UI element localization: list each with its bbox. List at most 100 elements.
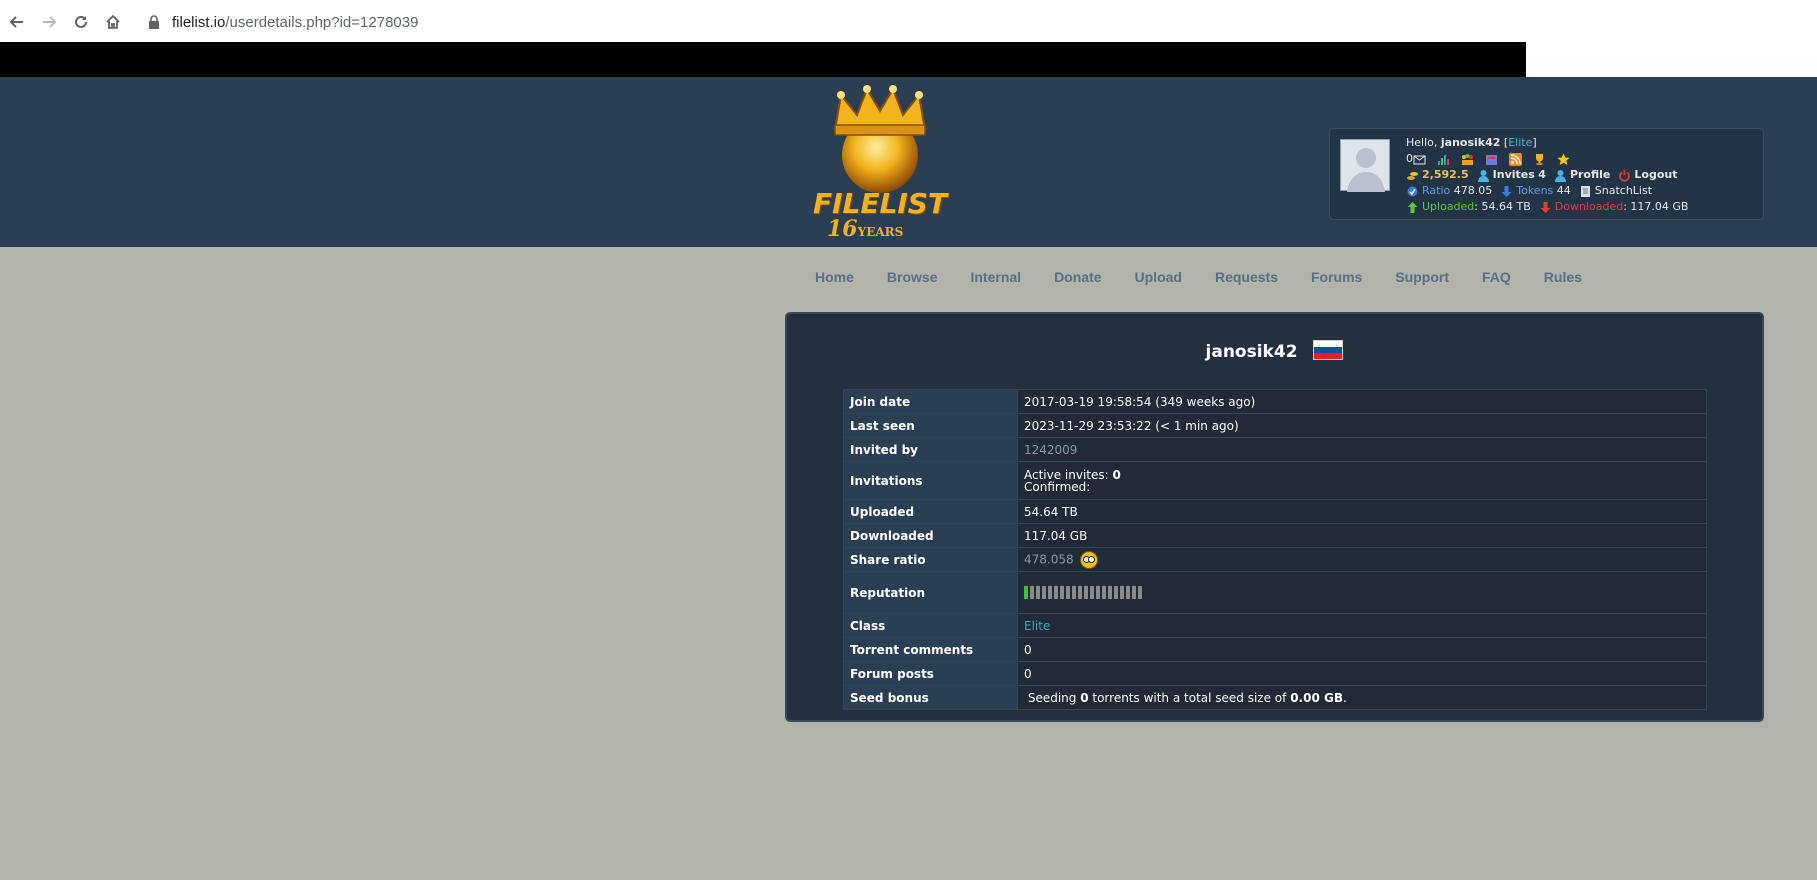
snatchlist-link[interactable]: SnatchList <box>1595 183 1652 199</box>
table-row: Seed bonus Seeding 0 torrents with a tot… <box>843 685 1707 710</box>
nav-requests[interactable]: Requests <box>1215 269 1278 285</box>
greeting-line: Hello, janosik42 [Elite] <box>1406 135 1537 151</box>
uploaded-value: : 54.64 TB <box>1474 200 1531 213</box>
active-invites-value: 0 <box>1112 467 1121 482</box>
bonus-line: 2,592.5 Invites 4 Profile Logout <box>1406 167 1688 183</box>
torrent-comments-value: 0 <box>1017 637 1707 662</box>
envelope-icon[interactable] <box>1413 153 1426 166</box>
logout-link[interactable]: Logout <box>1634 167 1677 183</box>
downloaded-value: 117.04 GB <box>1017 523 1707 548</box>
reputation-segment <box>1132 586 1136 599</box>
lock-icon <box>149 15 159 29</box>
arrow-left-icon[interactable] <box>6 11 28 33</box>
crown-ball-icon <box>833 85 927 193</box>
username-link[interactable]: janosik42 <box>1441 135 1501 151</box>
invited-by-label: Invited by <box>843 437 1018 462</box>
invite-user-icon <box>1477 169 1489 182</box>
reputation-segment <box>1096 586 1100 599</box>
reputation-segment <box>1042 586 1046 599</box>
table-row: Downloaded 117.04 GB <box>843 523 1707 548</box>
tokens-value: 44 <box>1556 184 1571 197</box>
users-icon[interactable] <box>1461 153 1474 166</box>
invitations-label: Invitations <box>843 461 1018 500</box>
last-seen-label: Last seen <box>843 413 1018 438</box>
table-row: Torrent comments 0 <box>843 637 1707 662</box>
trophy-icon[interactable] <box>1533 153 1546 166</box>
reputation-segment <box>1078 586 1082 599</box>
white-banner <box>1526 42 1817 77</box>
invites-link[interactable]: Invites <box>1493 167 1535 183</box>
message-count[interactable]: 0 <box>1406 151 1413 167</box>
reputation-segment <box>1108 586 1112 599</box>
class-label: Class <box>843 613 1018 638</box>
reputation-segment <box>1090 586 1094 599</box>
home-icon[interactable] <box>102 11 124 33</box>
icons-line: 0 <box>1406 151 1688 167</box>
reputation-segment <box>1114 586 1118 599</box>
black-banner <box>0 42 1526 77</box>
invited-by-link[interactable]: 1242009 <box>1024 443 1077 457</box>
transfer-line: Uploaded: 54.64 TB Downloaded: 117.04 GB <box>1406 199 1688 215</box>
avatar[interactable] <box>1340 139 1390 192</box>
reload-icon[interactable] <box>70 11 92 33</box>
downloaded-value: : 117.04 GB <box>1623 200 1689 213</box>
user-details-panel: janosik42 Join date 2017-03-19 19:58:54 … <box>785 312 1764 722</box>
uploaded-label: Uploaded <box>843 499 1018 524</box>
share-ratio-value: 478.058 <box>1024 552 1074 566</box>
rss-icon[interactable] <box>1509 152 1522 166</box>
last-seen-value: 2023-11-29 23:53:22 (< 1 min ago) <box>1017 413 1707 438</box>
user-class: Elite <box>1508 136 1533 149</box>
reputation-segment <box>1054 586 1058 599</box>
profile-link[interactable]: Profile <box>1570 167 1610 183</box>
logo-years: 16YEARS <box>827 216 904 242</box>
nav-browse[interactable]: Browse <box>887 269 938 285</box>
profile-user-icon <box>1554 169 1566 182</box>
reputation-segment <box>1102 586 1106 599</box>
reputation-segment <box>1048 586 1052 599</box>
table-row: Uploaded 54.64 TB <box>843 499 1707 524</box>
slovakia-flag-icon <box>1313 340 1344 360</box>
confirmed-label: Confirmed: <box>1024 479 1091 494</box>
table-row: Class Elite <box>843 613 1707 638</box>
reputation-segment <box>1084 586 1088 599</box>
details-table: Join date 2017-03-19 19:58:54 (349 weeks… <box>843 389 1707 710</box>
downloaded-label: Downloaded <box>843 523 1018 548</box>
url-text: filelist.io/userdetails.php?id=1278039 <box>172 13 419 31</box>
site-logo[interactable]: FILELIST 16YEARS <box>805 85 955 242</box>
nav-donate[interactable]: Donate <box>1054 269 1101 285</box>
class-value: Elite <box>1024 618 1051 633</box>
invites-count: 4 <box>1538 168 1546 181</box>
nav-upload[interactable]: Upload <box>1135 269 1182 285</box>
ratio-value: 478.05 <box>1453 184 1493 197</box>
bonus-points[interactable]: 2,592.5 <box>1422 167 1469 183</box>
main-nav: Home Browse Internal Donate Upload Reque… <box>815 269 1615 285</box>
ratio-label: Ratio <box>1422 184 1451 197</box>
nav-forums[interactable]: Forums <box>1311 269 1362 285</box>
document-icon <box>1580 185 1590 197</box>
stats-icon[interactable] <box>1437 153 1450 166</box>
nav-rules[interactable]: Rules <box>1544 269 1582 285</box>
nav-home[interactable]: Home <box>815 269 854 285</box>
tokens-link[interactable]: Tokens <box>1516 183 1553 199</box>
table-row: Forum posts 0 <box>843 661 1707 686</box>
torrent-comments-label: Torrent comments <box>843 637 1018 662</box>
reputation-segment <box>1036 586 1040 599</box>
address-bar[interactable]: filelist.io/userdetails.php?id=1278039 <box>140 7 1800 37</box>
reputation-segment <box>1126 586 1130 599</box>
hello-text: Hello, <box>1406 136 1438 149</box>
user-panel: Hello, janosik42 [Elite] 0 2,592.5 Invit… <box>1329 128 1764 220</box>
table-row: Join date 2017-03-19 19:58:54 (349 weeks… <box>843 389 1707 414</box>
nav-support[interactable]: Support <box>1395 269 1449 285</box>
downloaded-label: Downloaded <box>1554 200 1624 213</box>
nav-faq[interactable]: FAQ <box>1482 269 1511 285</box>
ratio-line: Ratio 478.05 Tokens 44 SnatchList <box>1406 183 1688 199</box>
nav-internal[interactable]: Internal <box>970 269 1021 285</box>
power-icon <box>1619 169 1631 182</box>
profile-username: janosik42 <box>1205 342 1298 362</box>
reputation-bar <box>1024 586 1700 600</box>
bookmarks-icon[interactable] <box>1485 153 1498 166</box>
arrow-right-icon[interactable] <box>38 11 60 33</box>
star-icon[interactable] <box>1557 153 1570 166</box>
tokens-icon <box>1501 185 1512 197</box>
upload-arrow-icon <box>1407 201 1418 213</box>
